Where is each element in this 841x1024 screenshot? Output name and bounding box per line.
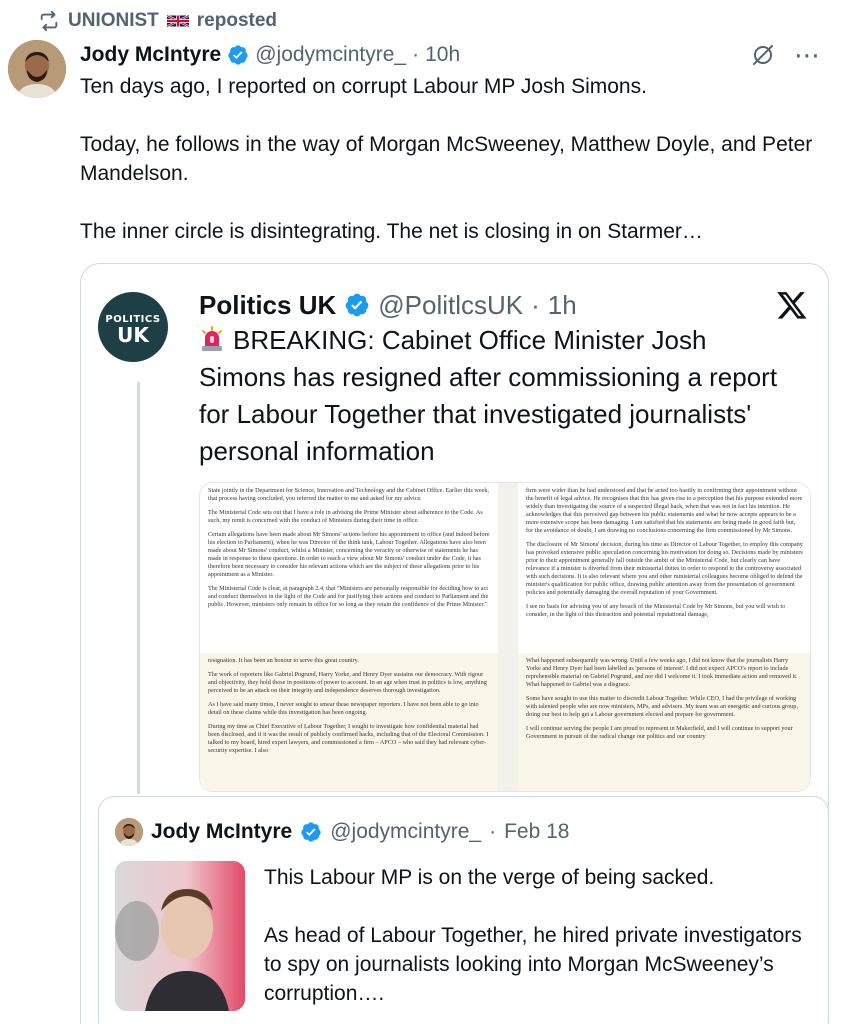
separator-dot: ·	[531, 289, 540, 320]
more-icon[interactable]: ⋯	[794, 42, 821, 68]
quoted-author-name[interactable]: Politics UK	[199, 290, 336, 321]
quoted-post-time[interactable]: 1h	[548, 290, 577, 321]
nested-post-text: This Labour MP is on the verge of being …	[264, 863, 824, 1024]
nested-author-avatar[interactable]	[115, 818, 143, 846]
nested-post-paragraph: This Labour MP is on the verge of being …	[264, 866, 715, 889]
post-header: Jody McIntyre @jodymcintyre_ · 10h ⋯	[80, 40, 821, 70]
politics-uk-avatar[interactable]: POLITICS UK	[98, 292, 168, 362]
quoted-author-handle[interactable]: @PolitlcsUK	[378, 290, 523, 321]
document-paragraph: resignation. It has been an honour to se…	[208, 657, 359, 664]
document-page-top-right: firm were wider than he had understood a…	[518, 483, 810, 653]
document-paragraph: What happened subsequently was wrong. Un…	[526, 657, 798, 688]
quoted-post-body: BREAKING: Cabinet Office Minister Josh S…	[199, 325, 778, 466]
nested-author-name[interactable]: Jody McIntyre	[151, 820, 292, 844]
siren-emoji-icon	[202, 326, 222, 351]
document-page-bottom-left: resignation. It has been an honour to se…	[200, 653, 498, 791]
page-divider	[498, 483, 518, 791]
document-paragraph: Some have sought to use this matter to d…	[526, 695, 798, 718]
nested-author-handle[interactable]: @jodymcintyre_	[330, 820, 481, 844]
document-paragraph: State jointly in the Department for Scie…	[208, 487, 489, 502]
document-page-bottom-right: What happened subsequently was wrong. Un…	[518, 653, 810, 791]
author-name[interactable]: Jody McIntyre	[80, 43, 221, 67]
separator-dot: ·	[489, 820, 497, 843]
uk-flag-icon	[166, 14, 189, 28]
verified-badge-icon	[228, 45, 248, 65]
document-paragraph: I see no basis for advising you of any b…	[526, 603, 786, 618]
repost-action: reposted	[196, 10, 278, 31]
nested-post-paragraph: As head of Labour Together, he hired pri…	[264, 924, 802, 1005]
x-logo-icon	[777, 292, 807, 319]
nested-post-header: Jody McIntyre @jodymcintyre_ · Feb 18	[115, 817, 569, 847]
grok-icon[interactable]	[750, 42, 776, 68]
nested-quoted-post[interactable]: Jody McIntyre @jodymcintyre_ · Feb 18 Th…	[98, 796, 829, 1024]
thread-line	[137, 382, 140, 794]
nested-post-image[interactable]	[115, 861, 245, 1011]
repost-indicator[interactable]: UNIONIST reposted	[38, 8, 277, 34]
quoted-post-text: BREAKING: Cabinet Office Minister Josh S…	[199, 322, 779, 470]
document-paragraph: Certain allegations have been made about…	[208, 531, 490, 578]
post-time[interactable]: 10h	[425, 43, 460, 67]
document-paragraph: The work of reporters like Gabriel Pogru…	[208, 671, 487, 694]
attached-document-image[interactable]: State jointly in the Department for Scie…	[199, 482, 811, 792]
document-page-top-left: State jointly in the Department for Scie…	[200, 483, 498, 653]
author-avatar[interactable]	[8, 40, 66, 98]
document-paragraph: The Ministerial Code sets out that I hav…	[208, 509, 483, 524]
document-paragraph: I will continue serving the people I am …	[526, 725, 793, 740]
document-paragraph: The Ministerial Code is clear, at paragr…	[208, 585, 489, 608]
document-paragraph: As I have said many times, I never sough…	[208, 701, 479, 716]
post-paragraph: The inner circle is disintegrating. The …	[80, 220, 703, 243]
document-paragraph: firm were wider than he had understood a…	[526, 487, 803, 534]
quoted-post-header: Politics UK @PolitlcsUK · 1h	[199, 286, 808, 324]
separator-dot: ·	[412, 43, 420, 66]
document-paragraph: The disclosure of Mr Simons' decision, d…	[526, 541, 803, 596]
nested-post-time[interactable]: Feb 18	[504, 820, 569, 844]
post-paragraph: Today, he follows in the way of Morgan M…	[80, 133, 813, 185]
post-text: Ten days ago, I reported on corrupt Labo…	[80, 72, 820, 275]
post-paragraph: Ten days ago, I reported on corrupt Labo…	[80, 75, 647, 98]
repost-icon	[40, 10, 58, 32]
verified-badge-icon	[345, 293, 369, 317]
author-handle[interactable]: @jodymcintyre_	[255, 43, 406, 67]
avatar-label-line2: UK	[117, 323, 149, 347]
document-paragraph: During my time as Chief Executive of Lab…	[208, 723, 489, 754]
repost-user[interactable]: UNIONIST	[68, 10, 159, 32]
verified-badge-icon	[301, 822, 321, 842]
